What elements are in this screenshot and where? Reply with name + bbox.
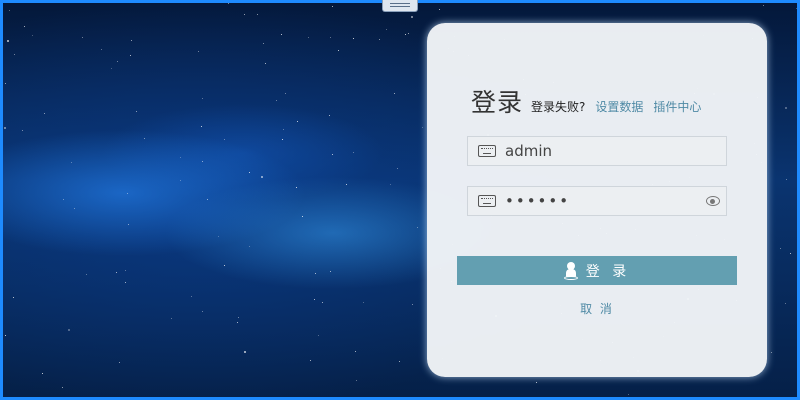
password-input[interactable] (505, 188, 695, 214)
login-panel: 登录 登录失败? 设置数据 插件中心 登 录 取 消 (427, 23, 767, 377)
keyboard-icon (478, 195, 496, 207)
login-fail-text: 登录失败? (531, 100, 586, 114)
username-field[interactable] (467, 136, 727, 166)
login-header: 登录 登录失败? 设置数据 插件中心 (471, 83, 701, 119)
login-title: 登录 (471, 88, 524, 117)
keyboard-icon (478, 145, 496, 157)
login-button-label: 登 录 (585, 263, 631, 280)
password-field[interactable] (467, 186, 727, 216)
eye-icon[interactable] (706, 196, 720, 206)
username-input[interactable] (505, 138, 695, 164)
person-icon (563, 261, 578, 280)
login-button[interactable]: 登 录 (457, 256, 737, 285)
plugin-center-link[interactable]: 插件中心 (653, 98, 701, 115)
drag-handle-icon[interactable] (382, 0, 418, 12)
settings-link[interactable]: 设置数据 (595, 98, 643, 115)
cancel-link[interactable]: 取 消 (427, 300, 767, 317)
